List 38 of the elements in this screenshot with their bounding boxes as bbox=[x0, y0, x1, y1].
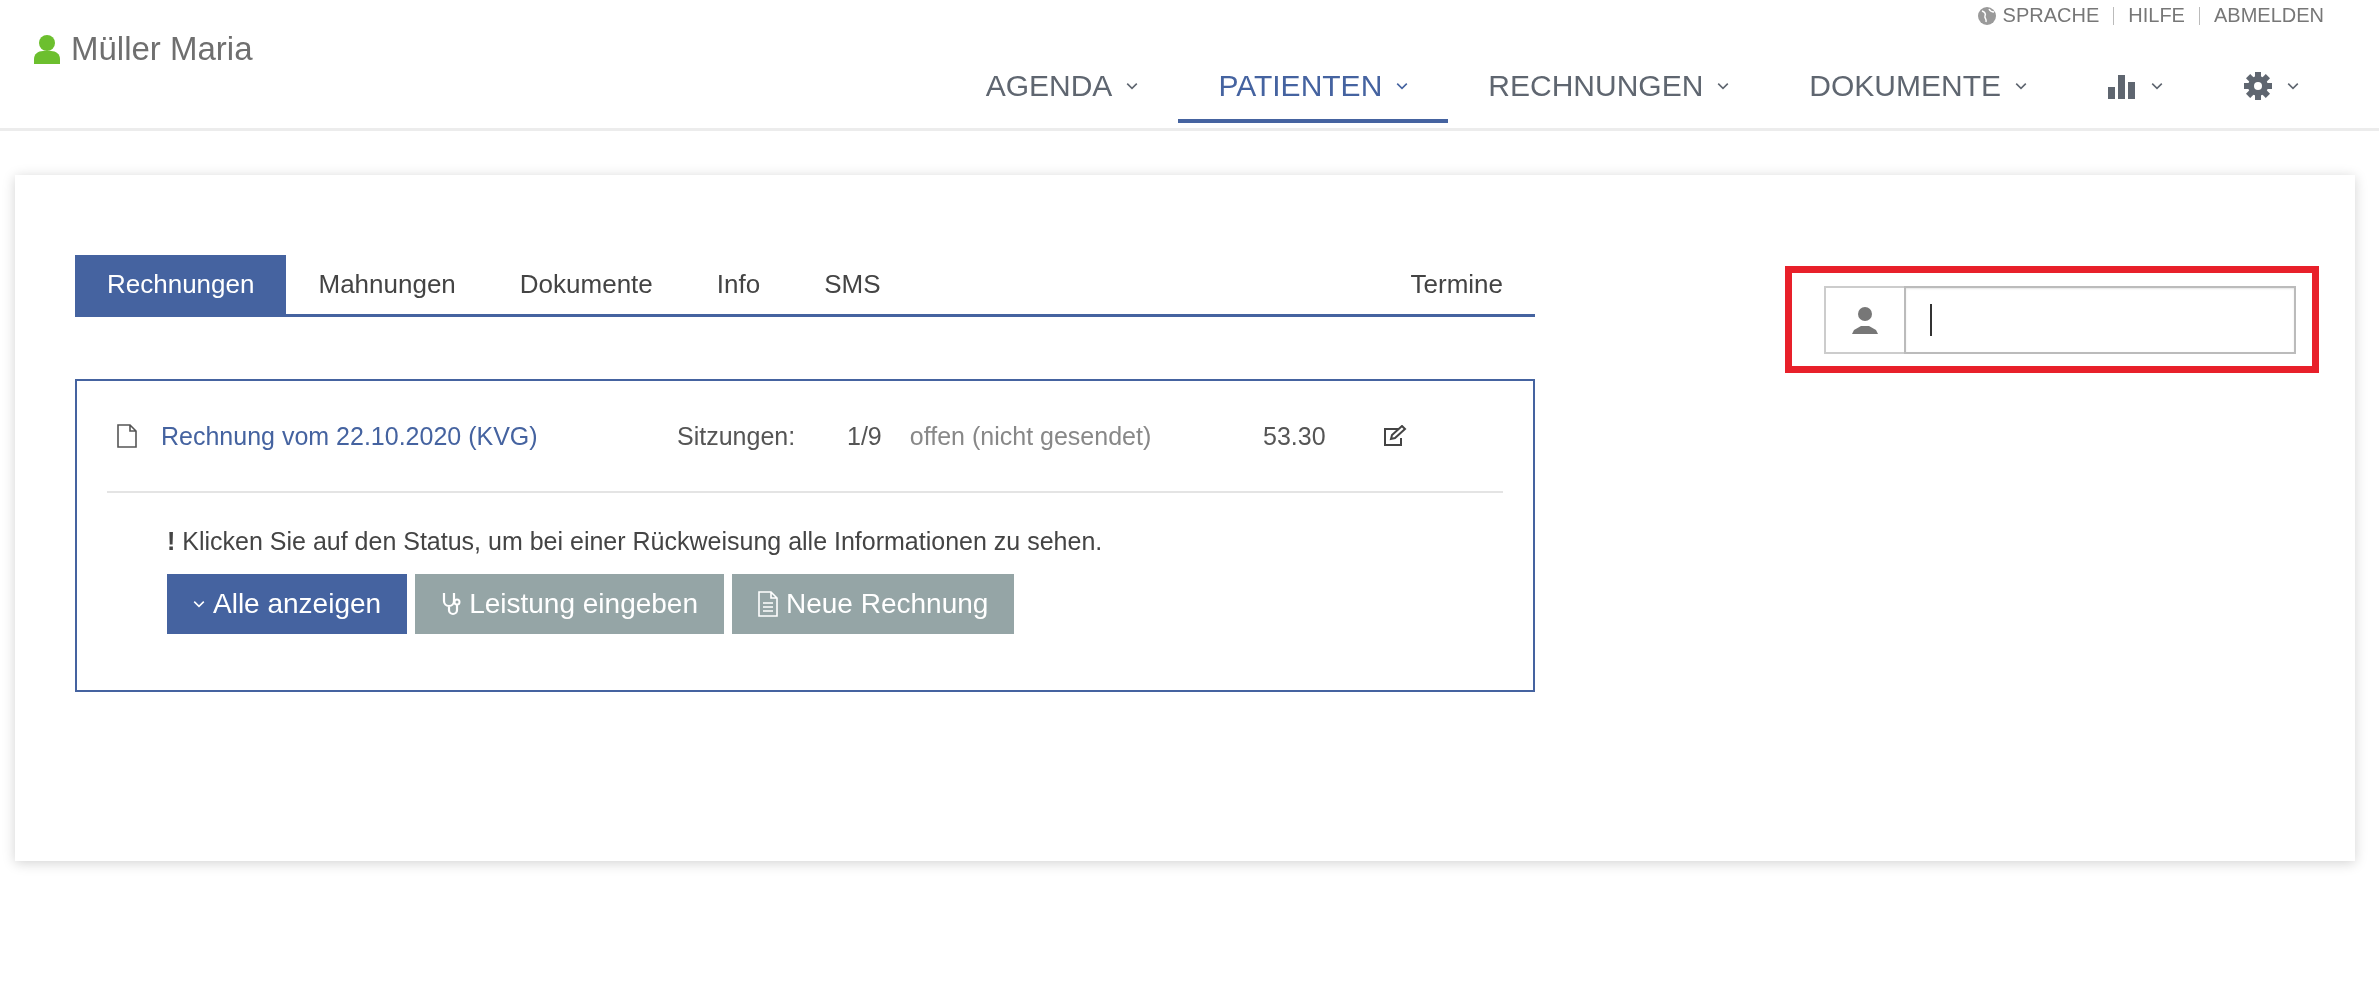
nav-item[interactable]: DOKUMENTE bbox=[1769, 61, 2067, 123]
caret-icon bbox=[2287, 82, 2299, 90]
tab[interactable]: Rechnungen bbox=[75, 255, 287, 314]
caret-icon bbox=[1717, 82, 1730, 90]
settings-icon bbox=[2243, 71, 2273, 101]
bar-chart-icon bbox=[2107, 73, 2137, 99]
tab[interactable]: Info bbox=[684, 255, 793, 314]
stethoscope-icon bbox=[441, 591, 462, 617]
search-field[interactable] bbox=[1904, 285, 2296, 354]
nav-item[interactable]: RECHNUNGEN bbox=[1448, 61, 1770, 123]
user-name: Müller Maria bbox=[71, 30, 253, 68]
tab[interactable]: SMS bbox=[792, 255, 913, 314]
invoice-amount: 53.30 bbox=[1263, 421, 1327, 451]
invoice-status[interactable]: offen (nicht gesendet) bbox=[889, 421, 1263, 451]
top-link[interactable]: ABMELDEN bbox=[2213, 4, 2324, 27]
caret-icon bbox=[2015, 82, 2027, 90]
person-icon bbox=[1851, 305, 1879, 334]
edit-icon[interactable] bbox=[1383, 425, 1407, 447]
tab[interactable]: Dokumente bbox=[487, 255, 685, 314]
top-link[interactable]: HILFE bbox=[2128, 4, 2185, 27]
caret-icon bbox=[1396, 82, 1409, 90]
nav-item[interactable]: AGENDA bbox=[945, 61, 1179, 123]
document-icon bbox=[758, 591, 778, 617]
sessions-label: Sitzungen: bbox=[677, 421, 797, 451]
caret-icon bbox=[2151, 82, 2163, 90]
document-icon bbox=[117, 424, 137, 448]
tab[interactable]: Termine bbox=[1378, 255, 1535, 314]
top-link[interactable]: SPRACHE bbox=[2002, 4, 2100, 27]
tab[interactable]: Mahnungen bbox=[286, 255, 488, 314]
action-button[interactable]: Alle anzeigen bbox=[167, 574, 408, 634]
sessions-count: 1/9 bbox=[847, 421, 883, 451]
invoice-link[interactable]: Rechnung vom 22.10.2020 (KVG) bbox=[161, 421, 677, 451]
globe-icon bbox=[1976, 5, 1997, 26]
nav-item[interactable]: PATIENTEN bbox=[1178, 61, 1449, 123]
caret-icon bbox=[193, 600, 205, 608]
caret-icon bbox=[1126, 82, 1139, 90]
person-icon bbox=[33, 34, 61, 64]
info-note: ! Klicken Sie auf den Status, um bei einer Rückweisung alle Informationen zu sehen. bbox=[167, 527, 1104, 556]
